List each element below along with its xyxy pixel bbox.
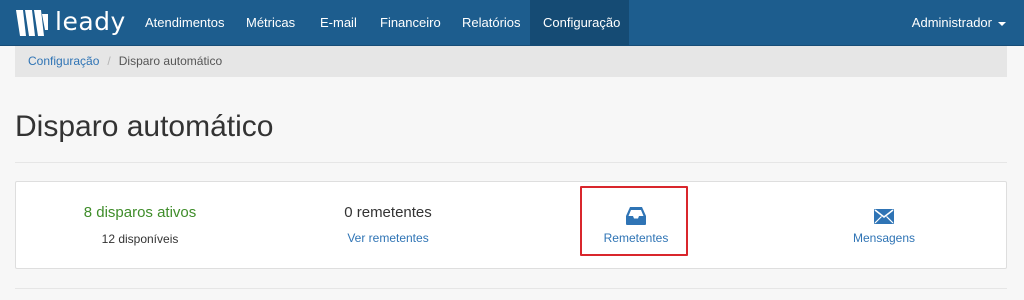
- page-title: Disparo automático: [15, 110, 274, 143]
- mensagens-button-label: Mensagens: [852, 231, 916, 245]
- user-menu-dropdown[interactable]: Administrador: [912, 0, 1006, 46]
- bottom-divider: [15, 288, 1007, 289]
- nav-metricas[interactable]: Métricas: [233, 0, 308, 46]
- top-navbar: leady Atendimentos Métricas E-mail Finan…: [0, 0, 1024, 46]
- stats-panel: 8 disparos ativos 12 disponíveis 0 remet…: [15, 181, 1007, 269]
- stat-remetentes-count: 0 remetentes: [344, 204, 432, 221]
- stat-disparos: 8 disparos ativos 12 disponíveis: [16, 182, 264, 270]
- breadcrumb-link-configuracao[interactable]: Configuração: [28, 54, 99, 68]
- nav-configuracao[interactable]: Configuração: [530, 0, 629, 46]
- nav-relatorios[interactable]: Relatórios: [449, 0, 534, 46]
- stat-disparos-available: 12 disponíveis: [101, 232, 179, 246]
- nav-email[interactable]: E-mail: [307, 0, 370, 46]
- mensagens-button[interactable]: Mensagens: [760, 182, 1008, 270]
- leady-logo-icon: [16, 10, 48, 36]
- brand-name: leady: [55, 7, 126, 36]
- ver-remetentes-link[interactable]: Ver remetentes: [264, 231, 512, 245]
- nav-financeiro[interactable]: Financeiro: [367, 0, 454, 46]
- user-menu-label: Administrador: [911, 15, 992, 30]
- breadcrumb: Configuração / Disparo automático: [15, 46, 1007, 77]
- stat-disparos-count: 8 disparos ativos: [83, 204, 197, 221]
- brand-logo[interactable]: leady: [14, 6, 126, 40]
- nav-atendimentos[interactable]: Atendimentos: [132, 0, 238, 46]
- envelope-icon: [760, 206, 1008, 226]
- stat-remetentes: 0 remetentes Ver remetentes: [264, 182, 512, 270]
- caret-down-icon: [998, 21, 1006, 26]
- breadcrumb-current: Disparo automático: [118, 54, 223, 68]
- breadcrumb-separator: /: [107, 54, 111, 68]
- highlight-box: [580, 186, 688, 256]
- title-divider: [15, 162, 1007, 163]
